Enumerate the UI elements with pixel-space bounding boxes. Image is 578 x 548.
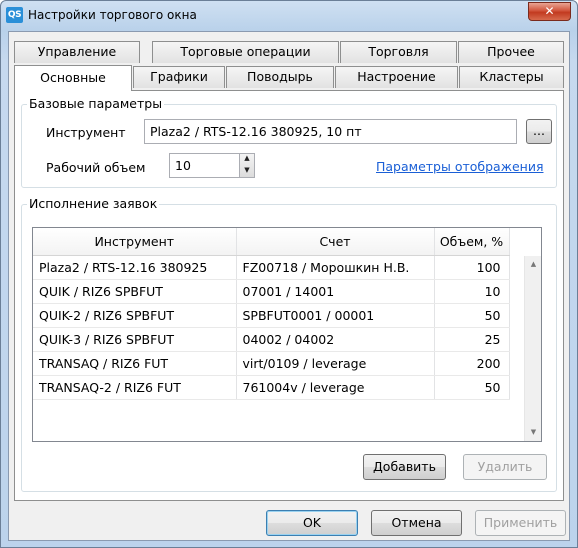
cell-account[interactable]: 07001 / 14001 [236, 279, 435, 304]
cell-instrument[interactable]: QUIK-2 / RIZ6 SPBFUT [33, 303, 237, 328]
base-params-group: Базовые параметры Инструмент Plaza2 / RT… [21, 96, 557, 188]
window-title: Настройки торгового окна [28, 8, 197, 22]
table-row[interactable]: QUIK-3 / RIZ6 SPBFUT 04002 / 04002 25 [33, 327, 510, 352]
cell-volume[interactable]: 50 [434, 375, 510, 400]
dialog-client-area: Управление Торговые операции Торговля Пр… [8, 31, 570, 541]
instrument-browse-button[interactable]: ... [526, 119, 552, 144]
title-bar[interactable]: QS Настройки торгового окна ✕ [1, 1, 577, 31]
tab-trade-operations[interactable]: Торговые операции [152, 41, 339, 63]
cell-instrument[interactable]: TRANSAQ / RIZ6 FUT [33, 351, 237, 376]
ok-button[interactable]: OK [266, 510, 358, 536]
cancel-button[interactable]: Отмена [371, 510, 462, 536]
scroll-up-icon[interactable]: ▲ [525, 256, 541, 273]
cell-instrument[interactable]: Plaza2 / RTS-12.16 380925 [33, 255, 237, 280]
app-logo-icon: QS [6, 7, 23, 23]
order-execution-group: Исполнение заявок Инструмент Счет Объем,… [21, 196, 557, 492]
cell-volume[interactable]: 200 [434, 351, 510, 376]
scroll-down-icon[interactable]: ▼ [525, 424, 541, 441]
tab-trading[interactable]: Торговля [340, 41, 457, 63]
column-header-instrument[interactable]: Инструмент [33, 228, 237, 256]
orders-table: Инструмент Счет Объем, % Plaza2 / RTS-12… [33, 228, 510, 400]
settings-window: QS Настройки торгового окна ✕ Управление… [0, 0, 578, 548]
table-row[interactable]: QUIK-2 / RIZ6 SPBFUT SPBFUT0001 / 00001 … [33, 303, 510, 328]
cell-account[interactable]: virt/0109 / leverage [236, 351, 435, 376]
column-header-account[interactable]: Счет [236, 228, 435, 256]
tab-basic[interactable]: Основные [14, 65, 132, 91]
order-execution-group-label: Исполнение заявок [27, 196, 160, 211]
volume-label: Рабочий объем [46, 160, 146, 175]
cell-volume[interactable]: 100 [434, 255, 510, 280]
tab-other[interactable]: Прочее [458, 41, 564, 63]
volume-value: 10 [175, 158, 191, 173]
spin-up-icon[interactable]: ▲ [240, 154, 254, 166]
instrument-field[interactable]: Plaza2 / RTS-12.16 380925, 10 пт [144, 119, 517, 144]
volume-spin-buttons[interactable]: ▲ ▼ [239, 154, 254, 177]
cell-instrument[interactable]: QUIK / RIZ6 SPBFUT [33, 279, 237, 304]
tab-clusters[interactable]: Кластеры [459, 66, 564, 88]
apply-button[interactable]: Применить [475, 510, 566, 536]
cell-volume[interactable]: 10 [434, 279, 510, 304]
orders-grid[interactable]: Инструмент Счет Объем, % Plaza2 / RTS-12… [32, 227, 542, 442]
cell-account[interactable]: 04002 / 04002 [236, 327, 435, 352]
table-row[interactable]: Plaza2 / RTS-12.16 380925 FZ00718 / Моро… [33, 255, 510, 280]
cell-instrument[interactable]: QUIK-3 / RIZ6 SPBFUT [33, 327, 237, 352]
tab-control[interactable]: Управление [14, 41, 140, 63]
close-button[interactable]: ✕ [528, 2, 571, 21]
cell-account[interactable]: 761004v / leverage [236, 375, 435, 400]
cell-account[interactable]: SPBFUT0001 / 00001 [236, 303, 435, 328]
instrument-label: Инструмент [46, 125, 126, 140]
vertical-scrollbar[interactable]: ▲ ▼ [524, 256, 541, 441]
tab-mood[interactable]: Настроение [335, 66, 458, 88]
display-params-link[interactable]: Параметры отображения [376, 159, 543, 174]
cell-volume[interactable]: 25 [434, 327, 510, 352]
tab-guide[interactable]: Поводырь [226, 66, 334, 88]
tab-panel-basic: Базовые параметры Инструмент Plaza2 / RT… [14, 90, 564, 501]
base-params-group-label: Базовые параметры [27, 96, 165, 111]
volume-stepper[interactable]: 10 ▲ ▼ [169, 153, 255, 178]
table-row[interactable]: TRANSAQ / RIZ6 FUT virt/0109 / leverage … [33, 351, 510, 376]
table-row[interactable]: QUIK / RIZ6 SPBFUT 07001 / 14001 10 [33, 279, 510, 304]
add-button[interactable]: Добавить [363, 454, 446, 480]
table-row[interactable]: TRANSAQ-2 / RIZ6 FUT 761004v / leverage … [33, 375, 510, 400]
column-header-volume[interactable]: Объем, % [434, 228, 510, 256]
cell-account[interactable]: FZ00718 / Морошкин Н.В. [236, 255, 435, 280]
tab-charts[interactable]: Графики [133, 66, 225, 88]
cell-volume[interactable]: 50 [434, 303, 510, 328]
spin-down-icon[interactable]: ▼ [240, 166, 254, 178]
delete-button[interactable]: Удалить [463, 454, 547, 480]
cell-instrument[interactable]: TRANSAQ-2 / RIZ6 FUT [33, 375, 237, 400]
